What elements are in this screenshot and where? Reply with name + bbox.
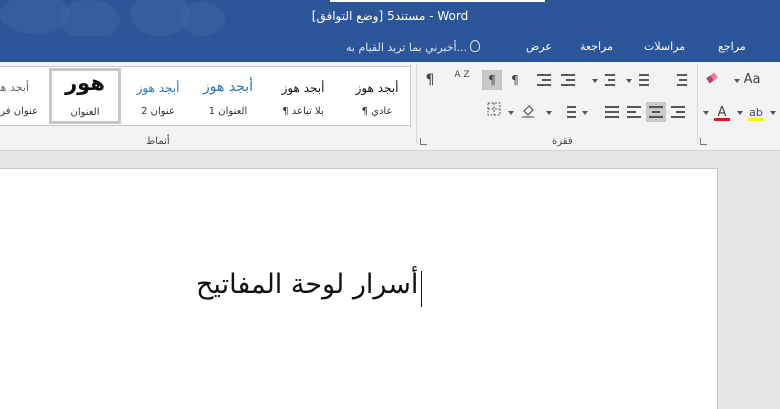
style-normal[interactable]: أبجد هوز ¶ عادي	[344, 67, 410, 125]
sort-icon[interactable]: A Z	[452, 70, 472, 90]
change-case-dropdown-icon[interactable]	[734, 79, 740, 83]
font-color-dropdown-icon[interactable]	[737, 111, 743, 115]
align-left-icon[interactable]	[624, 102, 644, 122]
tab-view[interactable]: عرض	[526, 40, 552, 53]
window-title: مستند5 [وضع التوافق] - Word	[311, 9, 469, 23]
style-subtitle-sample: أبجد هو	[0, 81, 29, 94]
shading-dropdown-icon[interactable]	[546, 111, 552, 115]
multilevel-list-icon[interactable]	[670, 70, 690, 90]
tab-review[interactable]: مراجعة	[580, 40, 613, 53]
group-separator	[697, 64, 698, 144]
show-formatting-marks-icon[interactable]: ¶	[420, 70, 440, 90]
tell-me-text: أخبرني بما تريد القيام به...	[346, 41, 468, 54]
tab-references[interactable]: مراجع	[718, 40, 746, 53]
line-spacing-icon[interactable]	[559, 102, 579, 122]
align-right-icon[interactable]	[668, 102, 688, 122]
show-marks-label: ¶	[425, 72, 435, 88]
increase-indent-icon[interactable]	[534, 70, 554, 90]
style-normal-name: ¶ عادي	[361, 106, 393, 117]
paragraph-group-label: فقرة	[552, 136, 573, 147]
style-title-name: العنوان	[70, 107, 100, 118]
sort-label: A Z	[454, 70, 470, 80]
numbering-icon[interactable]	[636, 70, 656, 90]
highlight-dropdown-icon[interactable]	[770, 111, 776, 115]
style-no-spacing-sample: أبجد هوز	[281, 81, 325, 95]
highlight-button[interactable]: ab	[746, 102, 766, 122]
shading-icon[interactable]	[518, 102, 538, 122]
ltr-direction-icon[interactable]: ¶	[505, 70, 525, 90]
document-area: أسرار لوحة المفاتيح	[0, 151, 780, 409]
ribbon: Aa A ab ¶ ¶ A Z ¶ فقرة أبجد هوز ¶ عادي أ…	[0, 62, 780, 151]
style-title[interactable]: هور العنوان	[49, 68, 121, 124]
styles-gallery: أبجد هوز ¶ عادي أبجد هوز ¶ بلا تباعد أبج…	[0, 66, 411, 126]
style-heading-1-sample: أبجد هوز	[203, 79, 253, 95]
font-color-button[interactable]: A	[712, 102, 732, 122]
change-case-label: Aa	[743, 72, 761, 87]
menu-bar: مراجع مراسلات مراجعة عرض أخبرني بما تريد…	[0, 36, 780, 62]
document-page[interactable]: أسرار لوحة المفاتيح	[0, 168, 718, 409]
borders-dropdown-icon[interactable]	[508, 111, 514, 115]
style-heading-1[interactable]: أبجد هوز العنوان 1	[193, 67, 263, 125]
title-bar: مستند5 [وضع التوافق] - Word	[0, 0, 780, 36]
rtl-direction-icon[interactable]: ¶	[482, 70, 502, 90]
style-heading-2-name: عنوان 2	[141, 106, 175, 117]
tab-mailings[interactable]: مراسلات	[644, 40, 685, 53]
tell-me-box[interactable]: أخبرني بما تريد القيام به...	[346, 40, 481, 54]
font-color-bar	[714, 118, 730, 121]
borders-icon[interactable]	[484, 102, 504, 122]
lightbulb-icon	[470, 40, 481, 52]
style-heading-2-sample: أبجد هوز	[136, 81, 180, 95]
style-heading-2[interactable]: أبجد هوز عنوان 2	[123, 67, 193, 125]
style-no-spacing[interactable]: أبجد هوز ¶ بلا تباعد	[268, 67, 338, 125]
bullets-icon[interactable]	[602, 70, 622, 90]
style-heading-1-name: العنوان 1	[208, 106, 248, 117]
bullets-dropdown-icon[interactable]	[592, 79, 598, 83]
justify-icon[interactable]	[602, 102, 622, 122]
font-dialog-launcher-icon[interactable]	[700, 138, 707, 145]
decrease-indent-icon[interactable]	[558, 70, 578, 90]
styles-group-label: أنماط	[146, 136, 170, 147]
align-center-icon[interactable]	[646, 102, 666, 122]
style-subtitle[interactable]: أبجد هو عنوان فرعي	[0, 67, 45, 125]
document-text[interactable]: أسرار لوحة المفاتيح	[196, 269, 418, 300]
change-case-button[interactable]: Aa	[740, 70, 764, 90]
title-accent-line	[330, 0, 545, 2]
style-subtitle-name: عنوان فرعي	[0, 106, 39, 117]
style-normal-sample: أبجد هوز	[355, 81, 399, 95]
text-effects-dropdown-icon[interactable]	[703, 111, 709, 115]
group-separator	[416, 64, 417, 144]
clear-formatting-icon[interactable]	[702, 70, 722, 90]
numbering-dropdown-icon[interactable]	[626, 79, 632, 83]
highlight-color-bar	[748, 118, 764, 121]
style-title-sample: هور	[65, 71, 105, 95]
style-no-spacing-name: ¶ بلا تباعد	[282, 106, 324, 117]
text-cursor	[421, 271, 422, 307]
paragraph-dialog-launcher-icon[interactable]	[420, 138, 427, 145]
line-spacing-dropdown-icon[interactable]	[582, 111, 588, 115]
